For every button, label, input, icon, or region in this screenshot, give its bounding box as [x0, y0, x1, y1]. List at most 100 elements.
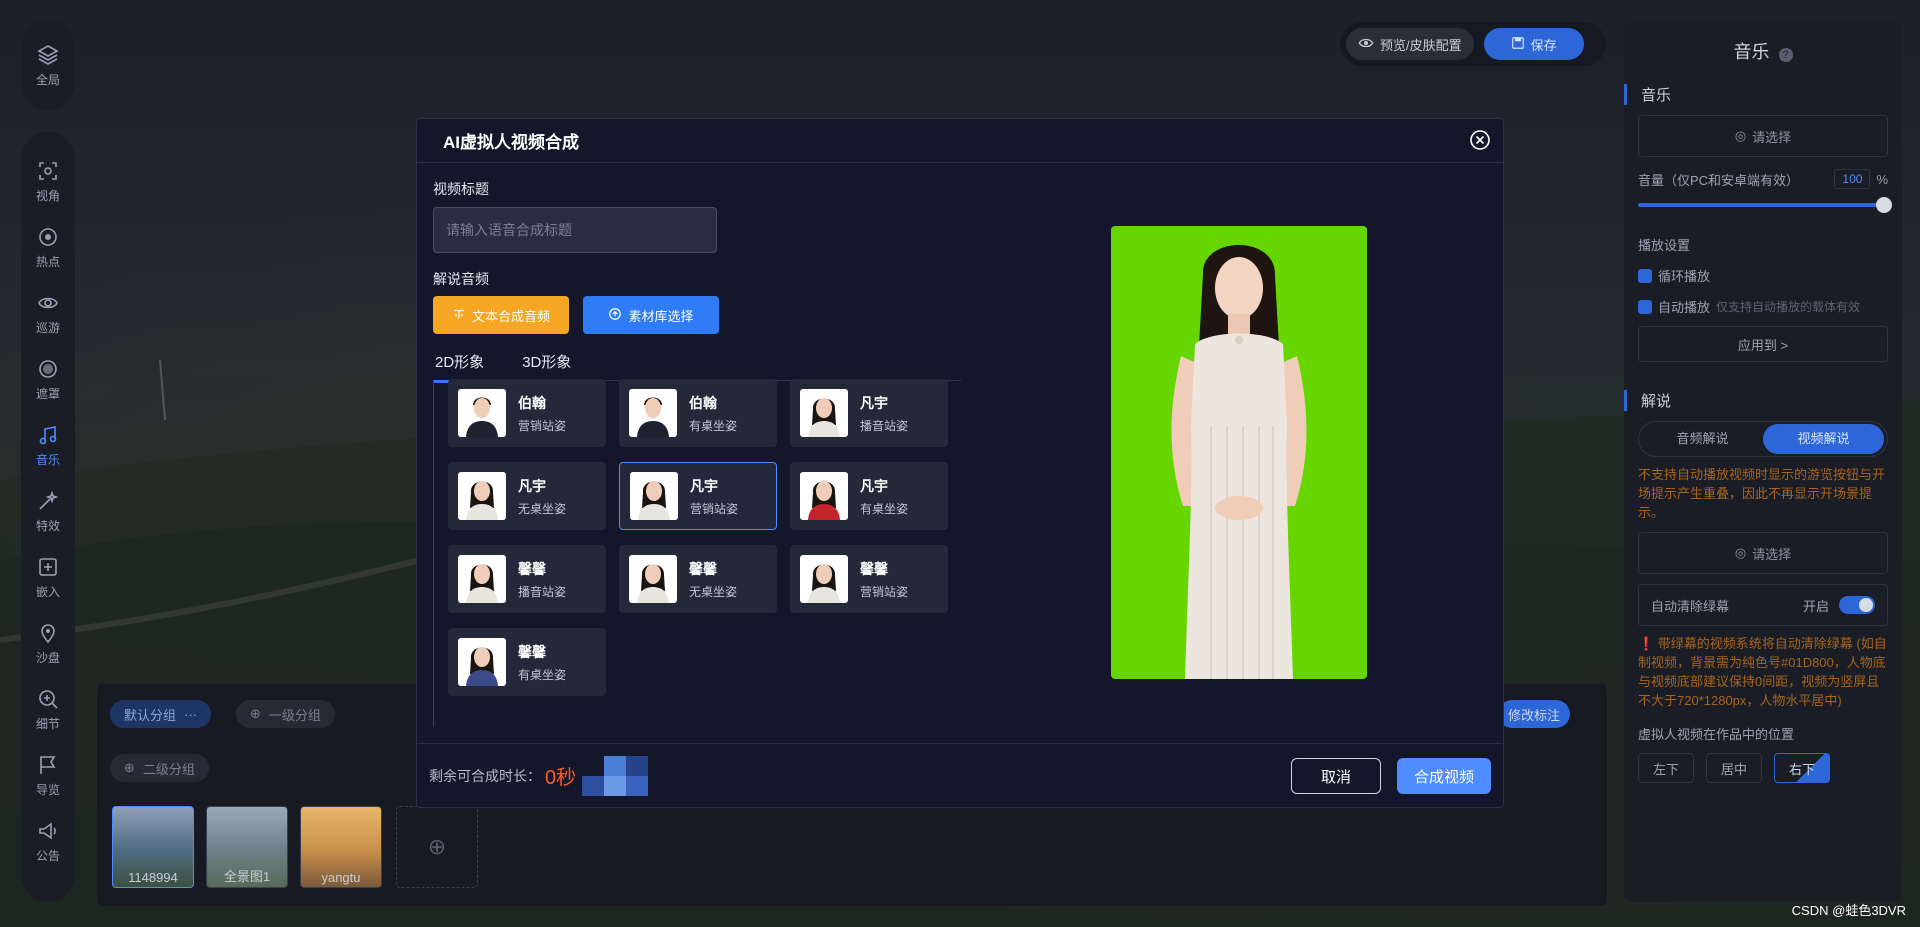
- music-select-button[interactable]: ◎ 请选择: [1638, 115, 1888, 157]
- layers-icon: [36, 43, 60, 67]
- avatar-pose: 营销站姿: [690, 501, 739, 516]
- position-center[interactable]: 居中: [1706, 753, 1762, 783]
- ai-avatar-video-dialog: AI虚拟人视频合成 视频标题 解说音频 文本合成音频 素材库选择 2D形象 3D…: [416, 118, 1504, 808]
- rail-item-mask[interactable]: 遮罩: [21, 346, 75, 412]
- avatar-card[interactable]: 伯翰 营销站姿: [448, 379, 606, 447]
- volume-row: 音量（仅PC和安卓端有效） 100 %: [1638, 169, 1888, 189]
- auto-clear-toggle[interactable]: [1839, 596, 1875, 614]
- group-default-label: 默认分组: [124, 707, 177, 723]
- avatar-name: 凡宇: [518, 477, 546, 494]
- avatar-thumbnail: [800, 389, 848, 437]
- avatar-thumbnail: [458, 472, 506, 520]
- volume-input[interactable]: 100: [1834, 169, 1871, 189]
- rail-item-sandbox[interactable]: 沙盘: [21, 610, 75, 676]
- remaining-duration-label: 剩余可合成时长：: [429, 767, 541, 784]
- video-select-button[interactable]: ◎ 请选择: [1638, 532, 1888, 574]
- eye-icon: [1358, 35, 1374, 54]
- avatar-card[interactable]: 馨馨 营销站姿: [790, 545, 948, 613]
- view-icon: [36, 159, 60, 183]
- avatar-name: 馨馨: [518, 560, 546, 577]
- rail-item-music[interactable]: 音乐: [21, 412, 75, 478]
- avatar-pose: 无桌坐姿: [689, 584, 738, 599]
- left-rail: 视角热点 巡游 遮罩 音乐 特效 嵌入 沙盘 细节 导览公告: [21, 132, 75, 902]
- rail-item-tour[interactable]: 巡游: [21, 280, 75, 346]
- autoplay-row[interactable]: 自动播放 仅支持自动播放的载体有效: [1638, 297, 1888, 316]
- loop-checkbox[interactable]: [1638, 268, 1652, 283]
- rail-item-label: 视角: [35, 188, 60, 203]
- avatar-card[interactable]: 馨馨 有桌坐姿: [448, 628, 606, 696]
- zoom-icon: [36, 687, 60, 711]
- avatar-thumbnail: [630, 472, 678, 520]
- position-label-text: 虚拟人视频在作品中的位置: [1638, 727, 1795, 742]
- rail-global[interactable]: 全局: [21, 20, 75, 110]
- sandbox-icon: [36, 621, 60, 645]
- green-screen-note: ❗ 带绿幕的视频系统将自动清除绿幕 (如自制视频，背景需为纯色号#01D800，…: [1638, 636, 1887, 708]
- group-default-pill[interactable]: 默认分组 ···: [110, 700, 212, 728]
- add-scene-button[interactable]: ⊕: [396, 806, 478, 888]
- rail-global-label: 全局: [35, 72, 60, 87]
- scene-thumb-1-caption: 1148994: [128, 870, 178, 885]
- help-icon[interactable]: ?: [1778, 48, 1793, 62]
- avatar-pose: 营销站姿: [518, 418, 567, 433]
- apply-to-button[interactable]: 应用到 >: [1638, 326, 1888, 362]
- video-title-input[interactable]: [433, 207, 717, 253]
- position-bottom-right[interactable]: 右下: [1774, 753, 1830, 783]
- add-icon: ⊕: [124, 760, 135, 775]
- preview-skin-label: 预览/皮肤配置: [1380, 37, 1462, 53]
- rail-item-guide[interactable]: 导览: [21, 742, 75, 808]
- position-label: 虚拟人视频在作品中的位置: [1638, 724, 1888, 743]
- avatar-card[interactable]: 馨馨 播音站姿: [448, 545, 606, 613]
- audio-narration-option[interactable]: 音频解说: [1642, 424, 1763, 454]
- rail-item-view[interactable]: 视角: [21, 148, 75, 214]
- text-to-audio-button[interactable]: 文本合成音频: [433, 296, 569, 334]
- material-library-button[interactable]: 素材库选择: [583, 296, 719, 334]
- close-button[interactable]: [1469, 129, 1491, 151]
- rail-item-announce[interactable]: 公告: [21, 808, 75, 874]
- avatar-thumbnail: [458, 555, 506, 603]
- tab-2d[interactable]: 2D形象: [433, 351, 487, 383]
- dialog-title: AI虚拟人视频合成: [417, 119, 1503, 163]
- play-settings-label: 播放设置: [1638, 235, 1888, 254]
- modify-annotation-button[interactable]: 修改标注: [1498, 700, 1571, 728]
- close-icon: [1470, 130, 1490, 150]
- autoplay-checkbox[interactable]: [1638, 299, 1652, 314]
- library-icon: [608, 307, 622, 324]
- group-first-pill[interactable]: ⊕ 一级分组: [236, 700, 335, 728]
- auto-clear-label: 自动清除绿幕: [1651, 598, 1730, 614]
- effects-icon: [36, 489, 60, 513]
- rail-item-hotspot[interactable]: 热点: [21, 214, 75, 280]
- position-bottom-left[interactable]: 左下: [1638, 753, 1694, 783]
- video-narration-option[interactable]: 视频解说: [1763, 424, 1884, 454]
- rail-item-effects[interactable]: 特效: [21, 478, 75, 544]
- synthesize-video-button[interactable]: 合成视频: [1397, 758, 1491, 794]
- save-button[interactable]: 保存: [1483, 28, 1584, 60]
- avatar-card[interactable]: 馨馨 无桌坐姿: [619, 545, 777, 613]
- avatar-card[interactable]: 凡宇 有桌坐姿: [790, 462, 948, 530]
- music-select-label: 请选择: [1752, 129, 1792, 145]
- avatar-thumbnail: [800, 472, 848, 520]
- avatar-name: 凡宇: [690, 477, 718, 494]
- rail-item-label: 公告: [35, 848, 60, 863]
- avatar-card[interactable]: 凡宇 播音站姿: [790, 379, 948, 447]
- preview-skin-button[interactable]: 预览/皮肤配置: [1346, 28, 1474, 60]
- avatar-card-text: 馨馨 无桌坐姿: [689, 559, 737, 600]
- avatar-preview-figure: [1171, 245, 1307, 679]
- tab-3d[interactable]: 3D形象: [520, 351, 573, 381]
- rail-item-embed[interactable]: 嵌入: [21, 544, 75, 610]
- avatar-pose: 营销站姿: [860, 584, 909, 599]
- rail-item-zoom[interactable]: 细节: [21, 676, 75, 742]
- avatar-card[interactable]: 凡宇 无桌坐姿: [448, 462, 606, 530]
- tts-icon: [452, 307, 466, 324]
- avatar-card[interactable]: 伯翰 有桌坐姿: [619, 379, 777, 447]
- cancel-button[interactable]: 取消: [1291, 758, 1381, 794]
- avatar-thumbnail: [800, 555, 848, 603]
- scene-thumb-2-caption: 全景图1: [223, 869, 271, 884]
- scene-thumb-3[interactable]: yangtu: [300, 806, 382, 888]
- scene-thumb-1[interactable]: 1148994: [112, 806, 194, 888]
- loop-row[interactable]: 循环播放: [1638, 266, 1888, 285]
- scene-thumb-2[interactable]: 全景图1: [206, 806, 288, 888]
- volume-slider[interactable]: [1638, 197, 1892, 213]
- material-library-label: 素材库选择: [628, 308, 694, 324]
- group-second-pill[interactable]: ⊕ 二级分组: [110, 754, 209, 782]
- avatar-card[interactable]: 凡宇 营销站姿: [619, 462, 777, 530]
